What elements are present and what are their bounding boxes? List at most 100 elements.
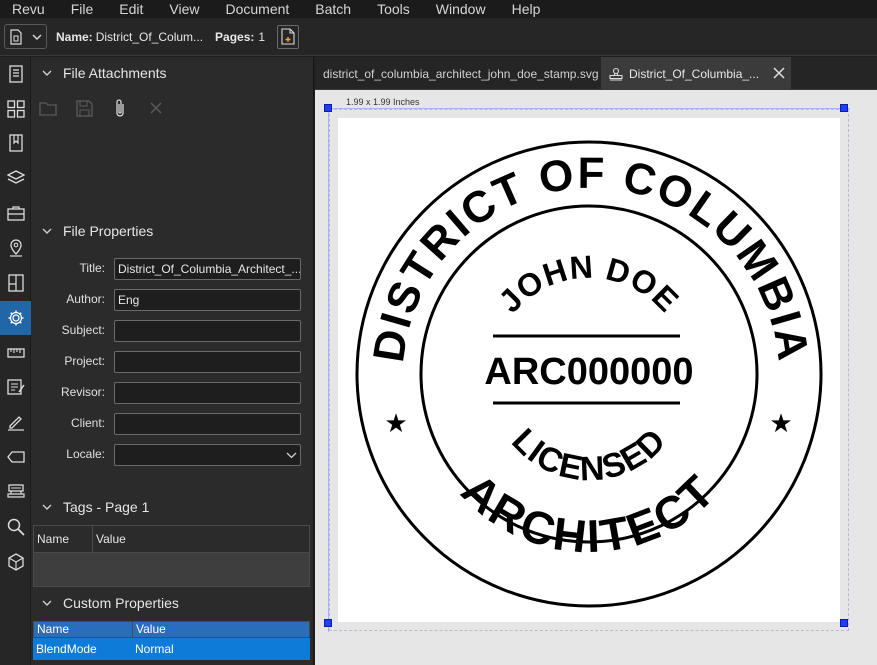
tags-header[interactable]: Tags - Page 1 [31,495,314,519]
star-left-icon: ★ [384,409,407,439]
menu-window[interactable]: Window [423,0,499,18]
insert-page-button[interactable] [277,24,300,49]
tags-column-value[interactable]: Value [93,526,309,552]
client-field[interactable] [114,413,301,435]
save-attachment-button[interactable] [73,97,95,119]
subject-label: Subject: [61,323,105,337]
page[interactable]: DISTRICT OF COLUMBIA JOHN DOE ARC000000 … [338,118,840,622]
rail-ruler[interactable] [0,336,31,370]
table-row[interactable]: BlendMode Normal [33,638,310,660]
chevron-down-icon [286,452,297,459]
tab-label: district_of_columbia_architect_john_doe_… [323,66,599,81]
properties-panel: File Attachments File Properties Title: … [31,57,314,665]
tab-label: District_Of_Columbia_... [629,66,760,81]
name-value: District_Of_Colum... [95,29,204,44]
custom-properties-header[interactable]: Custom Properties [31,591,314,615]
resize-handle-bottom-left[interactable] [324,619,332,627]
rail-measure[interactable] [0,266,31,300]
resize-handle-top-right[interactable] [840,104,848,112]
subject-field[interactable] [114,320,301,342]
page-frame: DISTRICT OF COLUMBIA JOHN DOE ARC000000 … [324,104,850,632]
grid-icon [6,100,25,118]
tags-column-name[interactable]: Name [34,526,93,552]
menu-file[interactable]: File [58,0,107,18]
page-size-label: 1.99 x 1.99 Inches [346,97,420,107]
cp-row-name: BlendMode [36,642,97,656]
resize-handle-bottom-right[interactable] [840,619,848,627]
property-row-project: Project: [31,351,314,373]
menu-tools[interactable]: Tools [364,0,423,18]
rail-toolchest[interactable] [0,196,31,230]
menu-help[interactable]: Help [499,0,554,18]
file-properties-header[interactable]: File Properties [31,219,314,243]
tags-table-body[interactable] [34,553,309,586]
rail-layers[interactable] [0,161,31,195]
remove-attachment-button[interactable] [145,97,167,119]
tags-title: Tags - Page 1 [63,499,150,515]
document-menu-button[interactable] [4,24,47,49]
menu-view[interactable]: View [156,0,212,18]
rail-markups-list[interactable] [0,370,31,404]
3d-icon [7,553,24,571]
cp-row-value: Normal [135,642,174,656]
cp-column-name[interactable]: Name [34,622,133,637]
tab-svg-file[interactable]: district_of_columbia_architect_john_doe_… [315,57,600,90]
add-attachment-button[interactable] [109,97,131,119]
tag-icon [6,451,25,463]
property-row-subject: Subject: [31,320,314,342]
rail-signature[interactable] [0,405,31,439]
rail-stamp[interactable] [0,475,31,509]
bluebeam-revu-window: Revu File Edit View Document Batch Tools… [0,0,877,665]
attach-icon [116,99,124,117]
menu-revu[interactable]: Revu [0,0,58,18]
chevron-down-icon [32,34,42,40]
menu-bar: Revu File Edit View Document Batch Tools… [0,0,877,18]
file-attachments-title: File Attachments [63,65,167,81]
title-field[interactable]: District_Of_Columbia_Architect_... [114,258,301,280]
open-folder-button[interactable] [37,97,59,119]
properties-icon [8,310,23,326]
menu-edit[interactable]: Edit [106,0,156,18]
locale-select[interactable] [114,444,301,466]
stamp-number-text: ARC000000 [484,351,693,393]
menu-batch[interactable]: Batch [302,0,364,18]
property-row-locale: Locale: [31,444,314,466]
stamp-licensed-text: LICENSED [504,421,673,488]
author-field[interactable]: Eng [114,289,301,311]
author-label: Author: [66,292,105,306]
close-icon[interactable] [773,67,785,79]
resize-handle-top-left[interactable] [324,104,332,112]
rail-bookmarks[interactable] [0,126,31,160]
rail-grid[interactable] [0,92,31,126]
rail-tag[interactable] [0,440,31,474]
name-label: Name: [56,29,93,44]
client-label: Client: [70,416,105,430]
revisor-field[interactable] [114,382,301,404]
tab-active-document[interactable]: District_Of_Columbia_... [601,57,791,90]
star-right-icon: ★ [769,409,792,439]
title-label: Title: [79,261,105,275]
stamp-icon [6,484,25,498]
save-icon [75,99,93,117]
tags-table-header: Name Value [34,526,309,553]
cp-column-value[interactable]: Value [133,622,309,637]
file-properties-title: File Properties [63,223,154,239]
menu-document[interactable]: Document [212,0,302,18]
rail-thumbnails[interactable] [0,57,31,91]
close-icon [150,102,162,114]
attachment-toolbar [37,97,167,119]
document-canvas[interactable]: 1.99 x 1.99 Inches DISTRICT OF COLUMBIA [315,90,877,665]
property-row-client: Client: [31,413,314,435]
rail-3d[interactable] [0,545,31,579]
custom-properties-title: Custom Properties [63,595,179,611]
rail-properties[interactable] [0,301,31,335]
places-icon [9,239,22,257]
rail-search[interactable] [0,510,31,544]
stamp-name-text: JOHN DOE [491,248,686,319]
rail-places[interactable] [0,231,31,265]
project-field[interactable] [114,351,301,373]
architect-stamp[interactable]: DISTRICT OF COLUMBIA JOHN DOE ARC000000 … [338,118,840,622]
toolchest-icon [6,206,25,221]
property-row-title: Title: District_Of_Columbia_Architect_..… [31,258,314,280]
file-attachments-header[interactable]: File Attachments [31,61,314,85]
